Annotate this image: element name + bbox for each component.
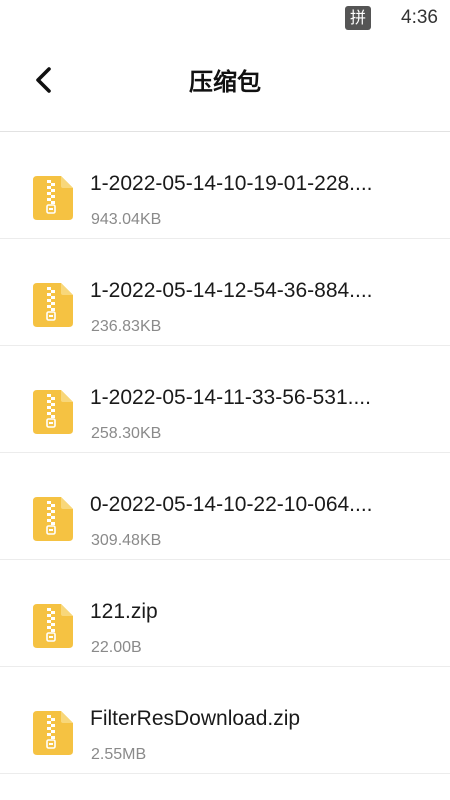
file-name: FilterResDownload.zip [90, 707, 301, 730]
zip-file-icon [33, 711, 73, 755]
zip-file-icon [33, 604, 73, 648]
file-size: 236.83KB [91, 318, 162, 335]
status-bar: 拼 4:36 [0, 0, 450, 36]
file-row[interactable]: 1-2022-05-14-11-33-56-531.... 258.30KB [0, 346, 450, 453]
zip-file-icon [33, 283, 73, 327]
page-title: 压缩包 [189, 68, 261, 96]
file-size: 943.04KB [91, 211, 162, 228]
file-size: 258.30KB [91, 425, 162, 442]
zip-file-icon [33, 497, 73, 541]
file-size: 2.55MB [91, 746, 147, 763]
file-name: 0-2022-05-14-10-22-10-064.... [90, 493, 373, 516]
file-row[interactable]: FilterResDownload.zip 2.55MB [0, 667, 450, 774]
file-row[interactable]: 121.zip 22.00B [0, 560, 450, 667]
file-row[interactable]: 0-2022-05-14-10-22-10-064.... 309.48KB [0, 453, 450, 560]
app-header: 压缩包 [0, 36, 450, 132]
zip-file-icon [33, 390, 73, 434]
zip-file-icon [33, 176, 73, 220]
status-clock: 4:36 [401, 7, 438, 28]
file-name: 1-2022-05-14-10-19-01-228.... [90, 172, 373, 195]
file-name: 1-2022-05-14-11-33-56-531.... [90, 386, 371, 409]
file-name: 121.zip [90, 600, 158, 623]
file-row[interactable]: 1-2022-05-14-12-54-36-884.... 236.83KB [0, 239, 450, 346]
file-name: 1-2022-05-14-12-54-36-884.... [90, 279, 373, 302]
file-row[interactable]: 1-2022-05-14-10-19-01-228.... 943.04KB [0, 132, 450, 239]
file-size: 22.00B [91, 639, 142, 656]
file-size: 309.48KB [91, 532, 162, 549]
ime-indicator: 拼 [345, 6, 371, 30]
file-list: 1-2022-05-14-10-19-01-228.... 943.04KB 1… [0, 132, 450, 774]
